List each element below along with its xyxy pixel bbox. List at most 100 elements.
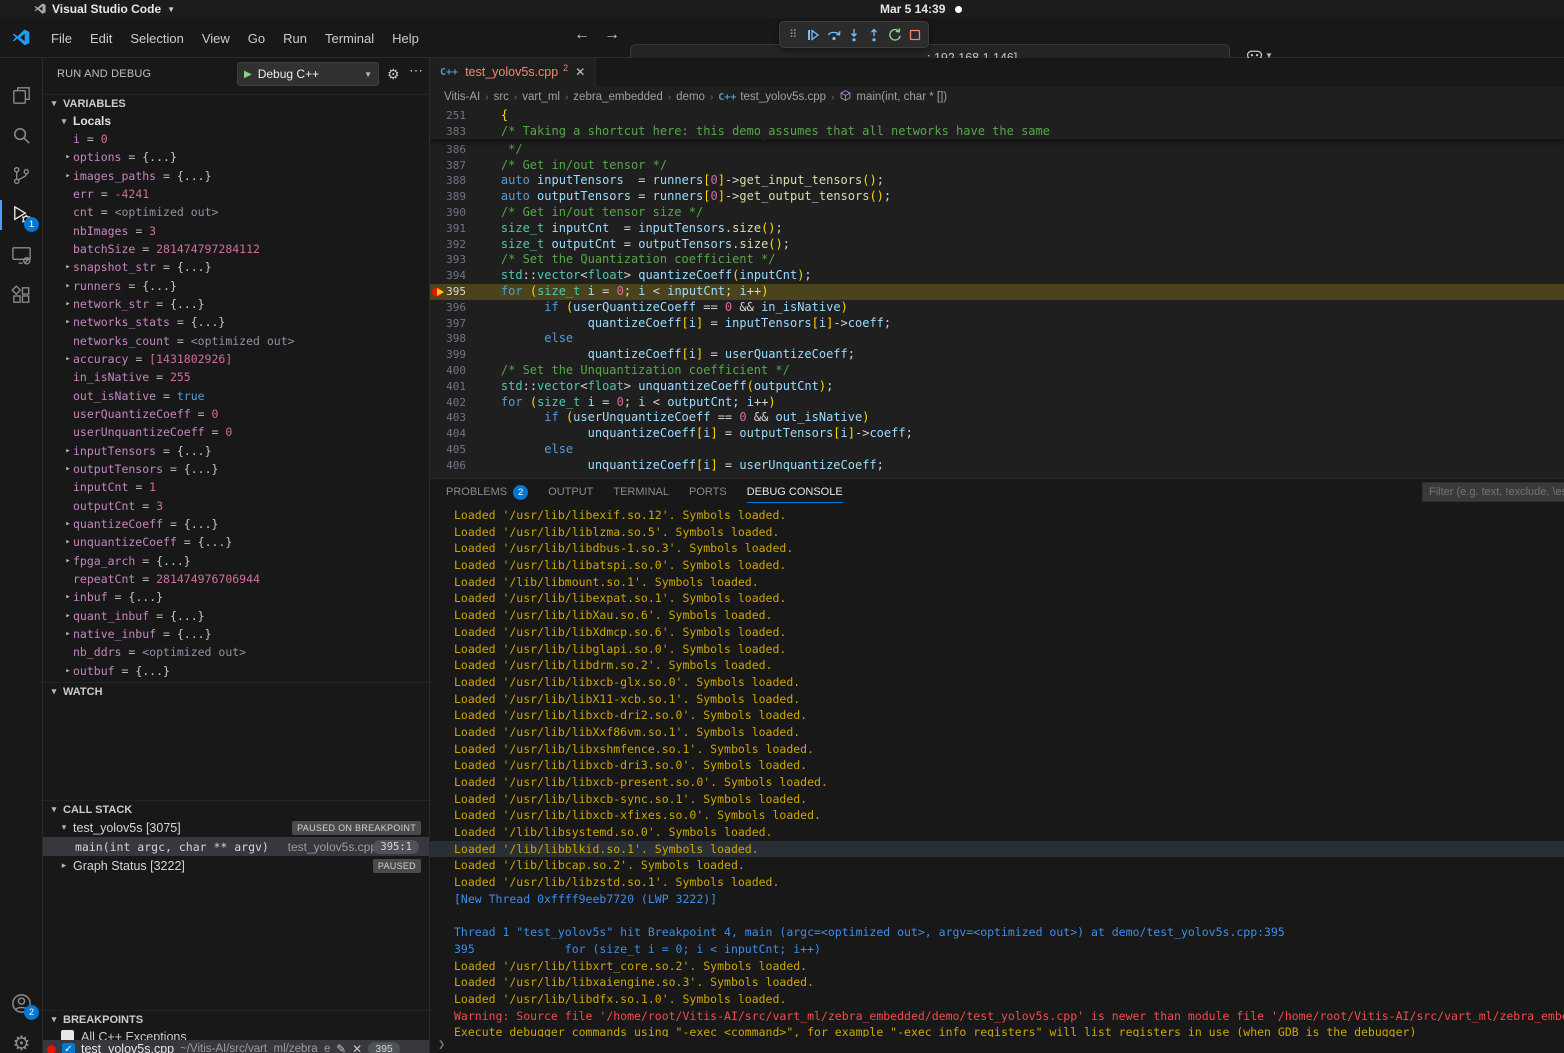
variable-row-outputCnt[interactable]: outputCnt = 3: [43, 497, 429, 515]
line-number[interactable]: 405: [444, 442, 472, 458]
twistie-icon[interactable]: ▸: [63, 446, 73, 456]
start-debug-icon[interactable]: ▶: [244, 69, 252, 80]
nav-forward-icon[interactable]: →: [604, 26, 620, 44]
gutter-breakpoint-zone[interactable]: [430, 316, 444, 332]
gutter-breakpoint-zone[interactable]: [430, 300, 444, 316]
activity-item-settings[interactable]: ⚙: [0, 1023, 43, 1053]
panel-tab-terminal[interactable]: TERMINAL: [613, 479, 669, 505]
gutter-breakpoint-zone[interactable]: [430, 410, 444, 426]
variable-row-userQuantizeCoeff[interactable]: userQuantizeCoeff = 0: [43, 405, 429, 423]
activity-item-explorer[interactable]: [0, 75, 43, 115]
breadcrumb-item[interactable]: main(int, char * []): [839, 89, 947, 105]
drag-grip-handle[interactable]: ⠿: [783, 24, 802, 46]
stack-frame[interactable]: main(int argc, char ** argv)test_yolov5s…: [43, 837, 429, 856]
edit-pencil-icon[interactable]: ✎: [336, 1042, 346, 1053]
variable-row-i[interactable]: i = 0: [43, 130, 429, 148]
variable-row-err[interactable]: err = -4241: [43, 185, 429, 203]
gutter-breakpoint-zone[interactable]: [430, 124, 444, 140]
variable-row-quantizeCoeff[interactable]: ▸quantizeCoeff = {...}: [43, 515, 429, 533]
gutter-breakpoint-zone[interactable]: [430, 331, 444, 347]
variable-row-outbuf[interactable]: ▸outbuf = {...}: [43, 662, 429, 680]
variables-section-header[interactable]: ▾ VARIABLES: [43, 94, 429, 112]
breadcrumb-item[interactable]: src: [494, 91, 509, 103]
console-input-prompt[interactable]: ❯: [438, 1037, 445, 1051]
call-stack-thread[interactable]: ▸Graph Status [3222]PAUSED: [43, 856, 429, 875]
variable-row-networks_count[interactable]: networks_count = <optimized out>: [43, 332, 429, 350]
variable-row-inbuf[interactable]: ▸inbuf = {...}: [43, 588, 429, 606]
close-icon[interactable]: ✕: [352, 1042, 362, 1053]
console-filter-input[interactable]: [1422, 482, 1564, 502]
variable-row-images_paths[interactable]: ▸images_paths = {...}: [43, 167, 429, 185]
variable-row-userUnquantizeCoeff[interactable]: userUnquantizeCoeff = 0: [43, 423, 429, 441]
activity-item-search[interactable]: [0, 115, 43, 155]
twistie-icon[interactable]: ▸: [63, 152, 73, 162]
call-stack-section-header[interactable]: ▾ CALL STACK: [43, 800, 429, 818]
gutter-breakpoint-zone[interactable]: [430, 108, 444, 124]
variable-row-repeatCnt[interactable]: repeatCnt = 281474976706944: [43, 570, 429, 588]
line-number[interactable]: 251: [444, 108, 472, 124]
line-number[interactable]: 401: [444, 379, 472, 395]
continue-button[interactable]: [803, 24, 822, 46]
call-stack-thread[interactable]: ▾test_yolov5s [3075]PAUSED ON BREAKPOINT: [43, 818, 429, 837]
watch-section-header[interactable]: ▾ WATCH: [43, 682, 429, 700]
line-number[interactable]: 383: [444, 124, 472, 140]
menu-file[interactable]: File: [42, 27, 81, 50]
panel-tab-debug-console[interactable]: DEBUG CONSOLE: [747, 479, 843, 505]
variable-row-runners[interactable]: ▸runners = {...}: [43, 277, 429, 295]
variable-row-networks_stats[interactable]: ▸networks_stats = {...}: [43, 313, 429, 331]
variable-row-native_inbuf[interactable]: ▸native_inbuf = {...}: [43, 625, 429, 643]
activity-item-extensions[interactable]: [0, 275, 43, 315]
more-actions-icon[interactable]: ⋯: [409, 62, 423, 79]
variable-row-inputTensors[interactable]: ▸inputTensors = {...}: [43, 442, 429, 460]
gutter-breakpoint-zone[interactable]: [430, 252, 444, 268]
gutter-breakpoint-zone[interactable]: [430, 395, 444, 411]
twistie-icon[interactable]: ▾: [59, 822, 69, 833]
line-number[interactable]: 393: [444, 252, 472, 268]
twistie-icon[interactable]: ▸: [63, 556, 73, 566]
panel-tab-ports[interactable]: PORTS: [689, 479, 727, 505]
twistie-icon[interactable]: ▸: [63, 262, 73, 272]
twistie-icon[interactable]: ▸: [63, 519, 73, 529]
gutter-breakpoint-zone[interactable]: [430, 347, 444, 363]
twistie-icon[interactable]: ▸: [63, 666, 73, 676]
line-number[interactable]: 398: [444, 331, 472, 347]
variable-row-accuracy[interactable]: ▸accuracy = [1431802926]: [43, 350, 429, 368]
gutter-breakpoint-zone[interactable]: [430, 284, 444, 300]
gutter-breakpoint-zone[interactable]: [430, 363, 444, 379]
step-into-button[interactable]: [844, 24, 863, 46]
restart-button[interactable]: [885, 24, 904, 46]
breakpoint-row[interactable]: ✓test_yolov5s.cpp~/Vitis-AI/src/vart_ml/…: [43, 1040, 429, 1053]
step-out-button[interactable]: [865, 24, 884, 46]
twistie-icon[interactable]: ▸: [63, 281, 73, 291]
variable-row-snapshot_str[interactable]: ▸snapshot_str = {...}: [43, 258, 429, 276]
line-number[interactable]: 391: [444, 221, 472, 237]
menu-help[interactable]: Help: [383, 27, 428, 50]
activity-item-accounts[interactable]: 2: [0, 983, 43, 1023]
variable-row-quant_inbuf[interactable]: ▸quant_inbuf = {...}: [43, 607, 429, 625]
twistie-icon[interactable]: ▸: [63, 354, 73, 364]
gutter-breakpoint-zone[interactable]: [430, 379, 444, 395]
line-number[interactable]: 386: [444, 142, 472, 158]
breakpoint-checkbox[interactable]: ✓: [62, 1043, 75, 1053]
line-number[interactable]: 402: [444, 395, 472, 411]
breadcrumb-item[interactable]: demo: [676, 91, 705, 103]
line-number[interactable]: 399: [444, 347, 472, 363]
line-number[interactable]: 387: [444, 158, 472, 174]
variable-row-network_str[interactable]: ▸network_str = {...}: [43, 295, 429, 313]
breadcrumb-item[interactable]: vart_ml: [522, 91, 560, 103]
line-number[interactable]: 389: [444, 189, 472, 205]
menu-view[interactable]: View: [193, 27, 239, 50]
breadcrumb-item[interactable]: zebra_embedded: [573, 91, 663, 103]
twistie-icon[interactable]: ▸: [63, 592, 73, 602]
step-over-button[interactable]: [824, 24, 843, 46]
twistie-icon[interactable]: ▸: [63, 299, 73, 309]
scope-locals[interactable]: ▾ Locals: [43, 112, 429, 130]
gutter-breakpoint-zone[interactable]: [430, 205, 444, 221]
twistie-icon[interactable]: ▸: [63, 611, 73, 621]
line-number[interactable]: 390: [444, 205, 472, 221]
gutter-breakpoint-zone[interactable]: [430, 189, 444, 205]
close-icon[interactable]: ✕: [575, 65, 585, 79]
gutter-breakpoint-zone[interactable]: [430, 173, 444, 189]
gutter-breakpoint-zone[interactable]: [430, 458, 444, 474]
variable-row-inputCnt[interactable]: inputCnt = 1: [43, 478, 429, 496]
